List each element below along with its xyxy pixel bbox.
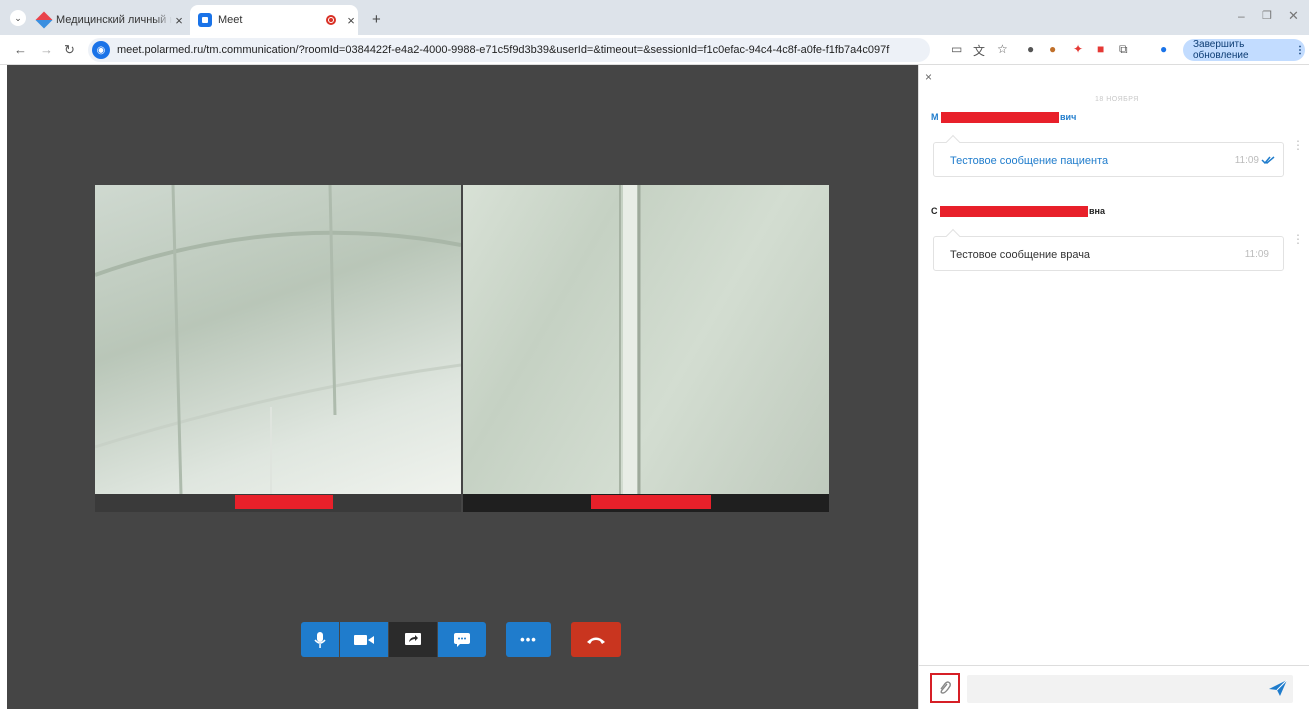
message-pointer [945,134,961,150]
chat-message: Тестовое сообщение врача 11:09 [933,228,1284,271]
message-input[interactable] [967,675,1293,703]
meet-site-icon [198,13,212,27]
profile-avatar-icon[interactable]: ● [1160,42,1167,56]
close-icon[interactable]: × [172,13,186,28]
translate-icon[interactable]: 文 [973,42,985,59]
tab-search-button[interactable]: ⌄ [10,10,26,26]
site-info-icon[interactable]: ◉ [92,41,110,59]
extension-4-icon[interactable]: ■ [1097,42,1104,56]
close-icon[interactable]: × [344,13,358,28]
message-time: 11:09 [1234,155,1259,166]
screen-share-icon [405,632,421,645]
textured-wall-video [619,185,641,494]
more-options-button[interactable]: ••• [506,622,551,657]
tab-medical-cabinet[interactable]: Медицинский личный кабинет × [34,5,186,35]
extension-1-icon[interactable]: ● [1027,42,1034,56]
cast-icon[interactable]: ▭ [951,42,962,56]
browser-tab-strip: ⌄ Медицинский личный кабинет × Meet × + … [0,0,1309,35]
message-text: Тестовое сообщение врача [950,249,1091,261]
screen-share-button[interactable] [389,622,437,657]
camera-button[interactable] [340,622,388,657]
chat-button[interactable] [438,622,486,657]
date-separator: 18 НОЯБРЯ [1095,96,1139,103]
attach-file-button[interactable] [930,673,960,703]
tab-title: Медицинский личный кабинет [56,14,172,26]
video-stage: ••• [7,65,918,709]
author-name-end: вич [1060,112,1077,122]
author-name-start: С [931,206,938,216]
participant-tile-left [95,185,461,512]
paperclip-icon [940,681,951,694]
message-text: Тестовое сообщение пациента [950,155,1109,167]
message-pointer [945,228,961,244]
address-bar[interactable]: ◉ meet.polarmed.ru/tm.communication/?roo… [88,38,930,62]
url-text: meet.polarmed.ru/tm.communication/?roomI… [117,44,890,56]
message-menu-button[interactable]: ⋮ [1292,138,1304,152]
browser-toolbar: ← → ↻ ◉ meet.polarmed.ru/tm.communicatio… [0,35,1309,65]
microphone-icon [314,631,326,648]
author-name-start: М [931,112,939,122]
recording-indicator-icon [326,15,336,25]
participant-tile-right [463,185,829,512]
extension-2-icon[interactable]: ● [1049,42,1056,56]
participant-video-right [463,185,829,494]
hang-up-phone-icon [587,637,605,644]
maximize-button[interactable]: ❐ [1262,9,1272,22]
chat-panel: × 18 НОЯБРЯ М вич Тестовое сообщение пац… [918,65,1309,709]
microphone-button[interactable] [301,622,339,657]
read-check-icon [1261,156,1275,164]
participant-name-bar [95,494,461,512]
participant-video-left [95,185,461,494]
more-horizontal-icon: ••• [520,632,537,647]
update-browser-button[interactable]: Завершить обновление ⋮ [1183,39,1305,61]
author-name-end: вна [1089,206,1105,216]
redacted-name [941,112,1059,123]
message-composer [919,665,1309,709]
more-vertical-icon: ⋮ [1295,44,1305,56]
chat-icon [454,632,470,647]
send-icon[interactable] [1269,680,1287,696]
end-call-button[interactable] [571,622,621,657]
tab-meet[interactable]: Meet × [190,5,358,35]
tab-title: Meet [218,14,243,26]
extensions-puzzle-icon[interactable]: ⧉ [1119,42,1128,57]
redacted-name [940,206,1088,217]
video-camera-icon [354,634,374,645]
ceiling-tiles-video [95,185,461,494]
bookmark-star-icon[interactable]: ☆ [997,42,1008,56]
update-browser-label: Завершить обновление [1193,39,1249,61]
reload-button[interactable]: ↻ [64,42,75,58]
medical-site-icon [35,11,53,29]
forward-button[interactable]: → [40,42,53,57]
message-time: 11:09 [1244,249,1269,260]
message-menu-button[interactable]: ⋮ [1292,232,1304,246]
extension-3-icon[interactable]: ✦ [1073,42,1083,56]
new-tab-button[interactable]: + [372,11,381,28]
minimize-button[interactable]: – [1238,9,1245,23]
chevron-down-icon: ⌄ [14,12,22,23]
participant-name-bar [463,494,829,512]
redacted-name [235,495,333,509]
close-chat-button[interactable]: × [925,70,932,84]
chat-message: Тестовое сообщение пациента 11:09 [933,134,1284,177]
redacted-name [591,495,711,509]
back-button[interactable]: ← [14,42,27,57]
close-window-button[interactable]: ✕ [1288,8,1299,24]
